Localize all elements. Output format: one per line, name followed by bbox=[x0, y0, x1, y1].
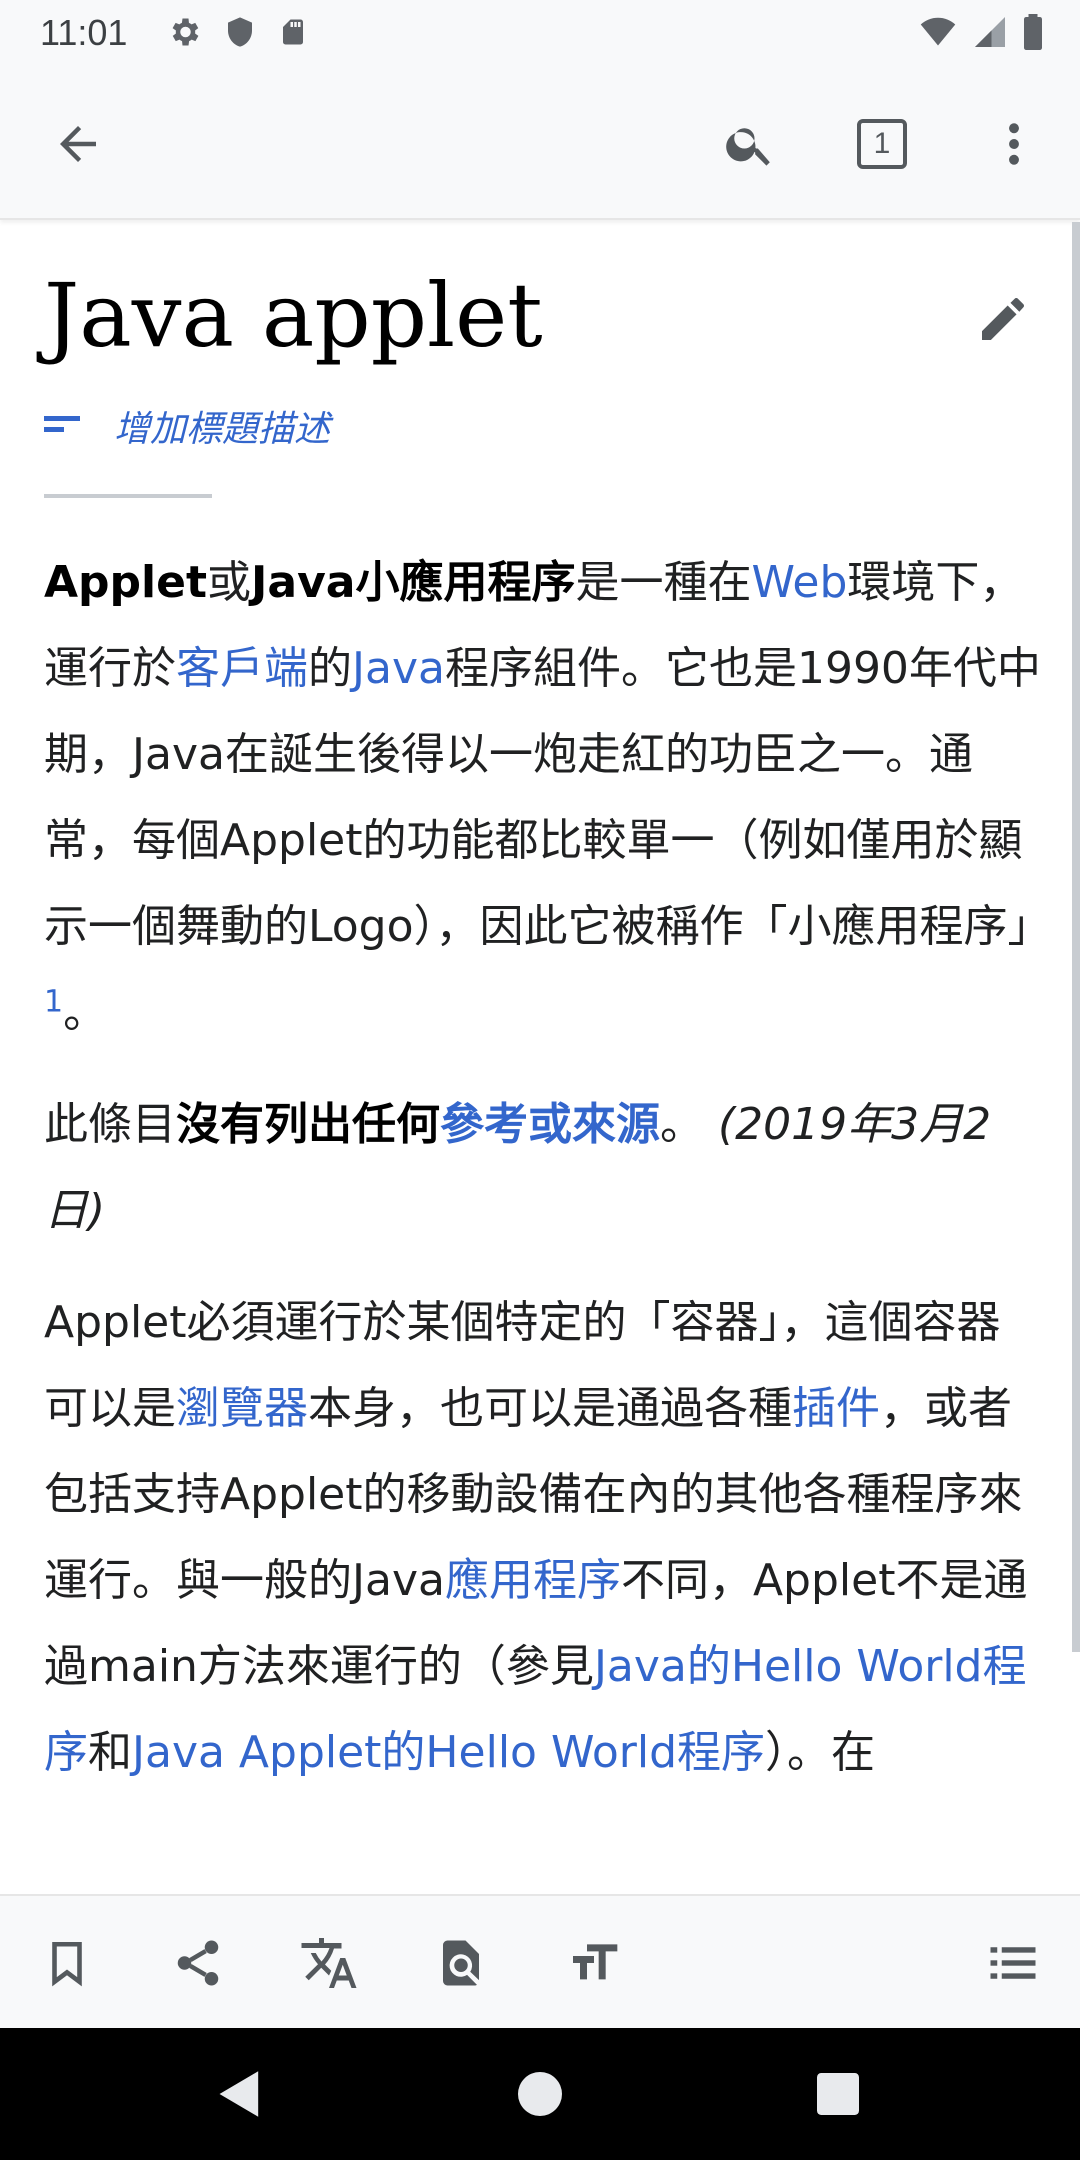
link-references[interactable]: 參考或來源 bbox=[440, 1099, 660, 1150]
text: 此條目 bbox=[44, 1099, 176, 1150]
back-arrow-icon[interactable] bbox=[40, 106, 116, 182]
link-plugin[interactable]: 插件 bbox=[792, 1383, 880, 1434]
scrollbar[interactable] bbox=[1072, 222, 1080, 1652]
text: 。 bbox=[63, 987, 108, 1038]
link-applet-hello-world[interactable]: Java Applet的Hello World程序 bbox=[132, 1727, 765, 1778]
translate-icon[interactable] bbox=[292, 1926, 366, 2000]
text: 的 bbox=[308, 643, 352, 694]
text: 是一種在 bbox=[575, 557, 752, 608]
app-toolbar: 1 bbox=[0, 66, 1080, 220]
text: 或 bbox=[207, 557, 252, 608]
bold-text: Java小應用程序 bbox=[251, 557, 576, 608]
battery-icon bbox=[1022, 14, 1044, 54]
shield-icon bbox=[224, 14, 256, 54]
title-divider bbox=[44, 494, 212, 498]
text: 和 bbox=[88, 1727, 132, 1778]
sd-card-icon bbox=[278, 14, 308, 54]
find-in-page-icon[interactable] bbox=[424, 1926, 498, 2000]
status-icons-left bbox=[166, 14, 308, 54]
nav-recents-icon[interactable] bbox=[808, 2064, 868, 2124]
article-body: Applet或Java小應用程序是一種在Web環境下，運行於客戶端的Java程序… bbox=[44, 540, 1052, 1822]
paragraph-3: Applet必須運行於某個特定的「容器」，這個容器可以是瀏覽器本身，也可以是通過… bbox=[44, 1280, 1044, 1796]
table-of-contents-icon[interactable] bbox=[976, 1926, 1050, 2000]
link-client[interactable]: 客戶端 bbox=[176, 643, 308, 694]
more-vert-icon[interactable] bbox=[976, 106, 1052, 182]
text: 。 bbox=[660, 1099, 704, 1150]
search-icon[interactable] bbox=[712, 106, 788, 182]
tabs-count-icon: 1 bbox=[857, 119, 907, 169]
add-description-row[interactable]: 增加標題描述 bbox=[44, 400, 330, 452]
reference-link[interactable]: 1 bbox=[44, 984, 63, 1019]
bold-text: 沒有列出任何 bbox=[176, 1099, 440, 1150]
edit-pencil-icon[interactable] bbox=[970, 286, 1036, 352]
page-action-bar bbox=[0, 1894, 1080, 2028]
signal-icon bbox=[972, 14, 1008, 54]
status-bar: 11:01 bbox=[0, 0, 1080, 66]
text-size-icon[interactable] bbox=[557, 1926, 631, 2000]
bold-text: Applet bbox=[44, 557, 208, 608]
share-icon[interactable] bbox=[161, 1926, 235, 2000]
add-description-link[interactable]: 增加標題描述 bbox=[114, 400, 330, 452]
status-icons-right bbox=[918, 14, 1044, 54]
status-time: 11:01 bbox=[40, 12, 128, 53]
page-title: Java applet bbox=[44, 264, 543, 367]
tabs-button[interactable]: 1 bbox=[844, 106, 920, 182]
nav-home-icon[interactable] bbox=[510, 2064, 570, 2124]
paragraph-2: 此條目沒有列出任何參考或來源。 (2019年3月2日) bbox=[44, 1082, 1044, 1254]
link-java[interactable]: Java bbox=[352, 643, 445, 694]
system-nav-bar bbox=[0, 2028, 1080, 2160]
wifi-icon bbox=[918, 14, 958, 54]
paragraph-1: Applet或Java小應用程序是一種在Web環境下，運行於客戶端的Java程序… bbox=[44, 540, 1052, 1056]
text: ）。在 bbox=[765, 1727, 876, 1778]
settings-icon bbox=[166, 14, 202, 54]
link-web[interactable]: Web bbox=[751, 557, 847, 608]
link-browser[interactable]: 瀏覽器 bbox=[176, 1383, 308, 1434]
article-content: Java applet 增加標題描述 Applet或Java小應用程序是一種在W… bbox=[0, 222, 1080, 1894]
description-icon bbox=[44, 412, 84, 440]
text: 本身，也可以是通過各種 bbox=[308, 1383, 792, 1434]
link-application[interactable]: 應用程序 bbox=[445, 1555, 621, 1606]
nav-back-icon[interactable] bbox=[210, 2064, 270, 2124]
bookmark-icon[interactable] bbox=[30, 1926, 104, 2000]
